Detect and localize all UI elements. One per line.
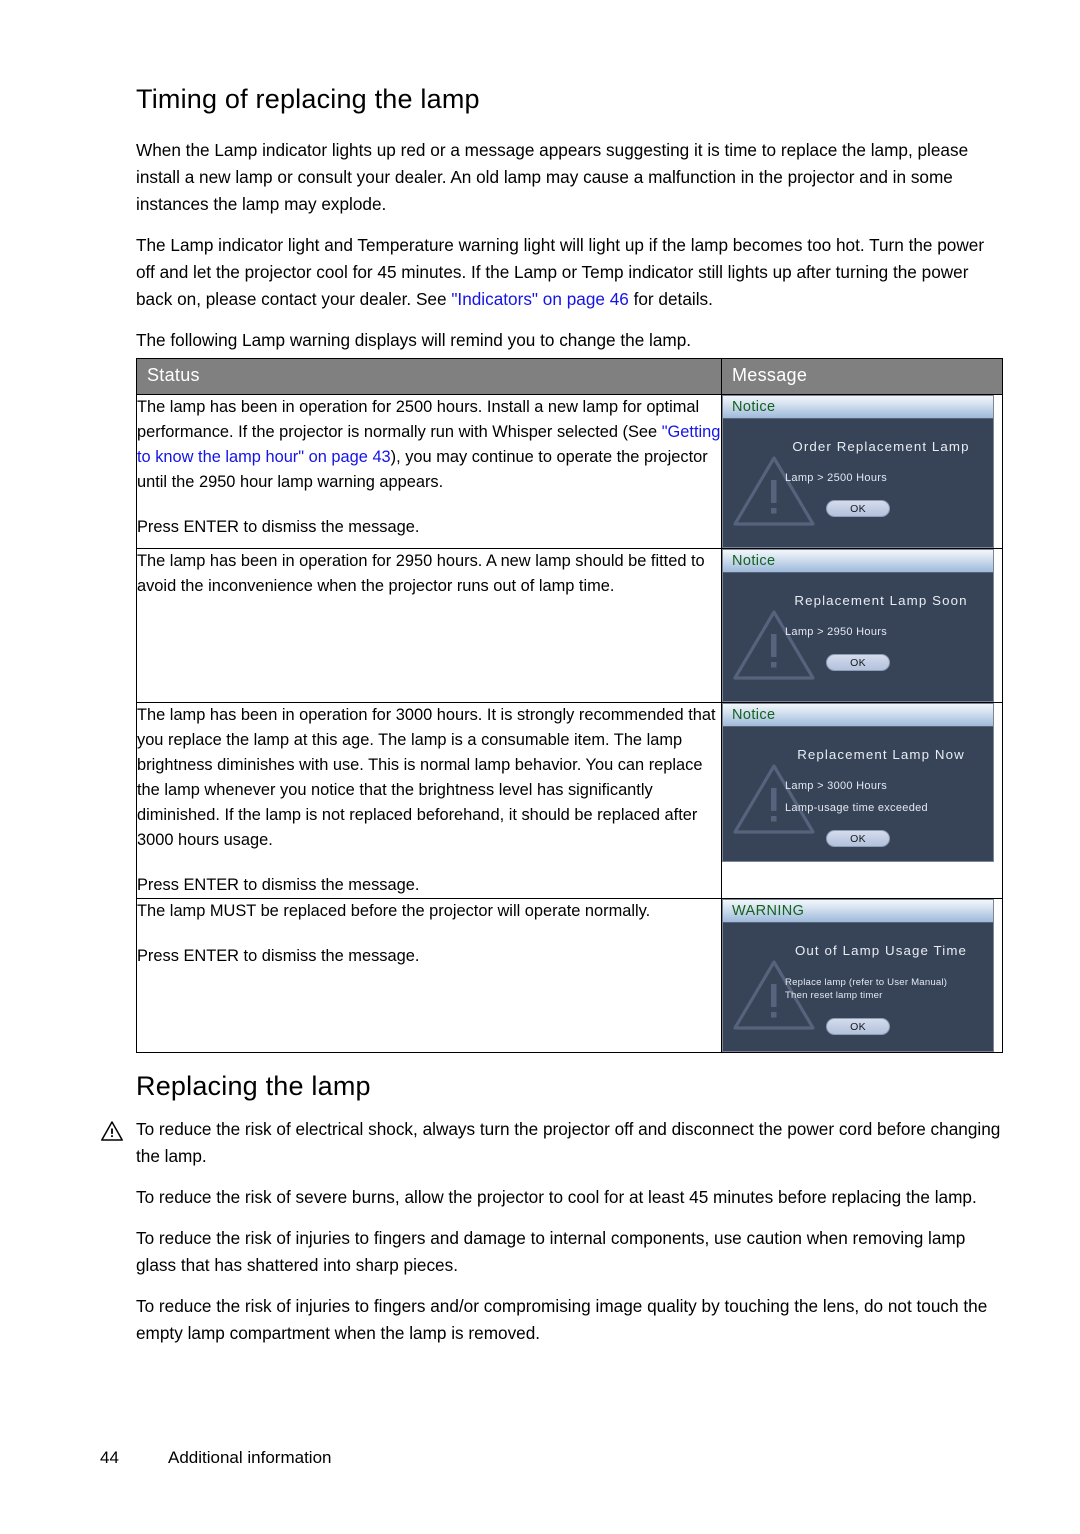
osd-body: Replacement Lamp Soon Lamp > 2950 Hours OK: [723, 573, 993, 701]
status-cell: The lamp has been in operation for 3000 …: [136, 702, 722, 899]
osd-title-text: Notice: [732, 552, 776, 569]
status-paragraph: Press ENTER to dismiss the message.: [137, 518, 420, 536]
column-header-message: Message: [721, 358, 1003, 395]
osd-title-text: WARNING: [732, 902, 805, 919]
footer-page-number: 44: [100, 1448, 119, 1467]
osd-ok-button[interactable]: OK: [826, 500, 890, 517]
osd-message-dialog: Notice Replacement Lamp Now Lamp > 3000 Ho…: [722, 703, 994, 862]
caution-text: To reduce the risk of electrical shock, …: [136, 1119, 1001, 1166]
message-cell: Notice Replacement Lamp Soon Lamp > 2950 H…: [721, 548, 1003, 703]
status-paragraph: The lamp has been in operation for 2500 …: [137, 398, 721, 491]
column-header-status: Status: [136, 358, 722, 395]
osd-heading-text: Replacement Lamp Now: [797, 747, 965, 762]
osd-text-lines: Out of Lamp Usage Time Replace lamp (refe…: [733, 943, 983, 1002]
osd-body: Replacement Lamp Now Lamp > 3000 Hours Lam…: [723, 727, 993, 861]
osd-heading-text: Out of Lamp Usage Time: [794, 943, 967, 958]
osd-text-lines: Replacement Lamp Soon Lamp > 2950 Hours: [733, 593, 983, 638]
osd-title-text: Notice: [732, 706, 776, 723]
replacing-the-lamp-section: Replacing the lamp To reduce the risk of…: [101, 1071, 1002, 1347]
manual-page: Timing of replacing the lamp When the La…: [0, 0, 1080, 1534]
status-paragraph: Press ENTER to dismiss the message.: [137, 947, 420, 965]
osd-ok-button[interactable]: OK: [826, 654, 890, 671]
osd-message-dialog: Notice Replacement Lamp Soon Lamp > 2950 H…: [722, 549, 994, 702]
lamp-warning-table: Status Message The lamp has been in oper…: [136, 358, 1003, 1053]
osd-button-row: OK: [733, 654, 983, 671]
osd-body: Order Replacement Lamp Lamp > 2500 Hours O…: [723, 419, 993, 547]
status-paragraph: The lamp has been in operation for 3000 …: [137, 706, 716, 849]
message-cell: WARNING Out of Lamp Usage Time Replace lam…: [721, 898, 1003, 1053]
osd-body: Out of Lamp Usage Time Replace lamp (refe…: [723, 923, 993, 1051]
caution-triangle-icon: [101, 1121, 123, 1141]
caution-paragraph: To reduce the risk of electrical shock, …: [101, 1116, 1002, 1170]
footer-chapter-name: Additional information: [168, 1448, 332, 1467]
osd-button-row: OK: [733, 830, 983, 847]
page-content: Timing of replacing the lamp When the La…: [101, 84, 1003, 1347]
body-paragraph: The Lamp indicator light and Temperature…: [136, 235, 985, 309]
table-row: The lamp has been in operation for 3000 …: [136, 702, 1003, 899]
osd-detail-text: Lamp > 2500 Hours: [785, 472, 888, 484]
osd-titlebar: WARNING: [723, 900, 993, 923]
caution-text: To reduce the risk of severe burns, allo…: [136, 1187, 977, 1207]
table-row: The lamp has been in operation for 2500 …: [136, 394, 1003, 549]
osd-ok-button[interactable]: OK: [826, 830, 890, 847]
replacing-section-title: Replacing the lamp: [136, 1071, 371, 1101]
osd-message-dialog: Notice Order Replacement Lamp Lamp > 2500 …: [722, 395, 994, 548]
caution-paragraph: To reduce the risk of severe burns, allo…: [136, 1184, 1002, 1211]
osd-titlebar: Notice: [723, 550, 993, 573]
caution-text: To reduce the risk of injuries to finger…: [136, 1228, 966, 1275]
table-body: The lamp has been in operation for 2500 …: [136, 394, 1003, 1053]
osd-titlebar: Notice: [723, 396, 993, 419]
osd-text-lines: Order Replacement Lamp Lamp > 2500 Hours: [733, 439, 983, 484]
caution-text: To reduce the risk of injuries to finger…: [136, 1296, 988, 1343]
status-cell: The lamp has been in operation for 2950 …: [136, 548, 722, 703]
caution-paragraph: To reduce the risk of injuries to finger…: [136, 1225, 1002, 1279]
osd-heading-text: Replacement Lamp Soon: [794, 593, 968, 608]
osd-heading-text: Order Replacement Lamp: [792, 439, 970, 454]
table-header-row: Status Message: [136, 358, 1003, 395]
osd-title-text: Notice: [732, 398, 776, 415]
body-paragraph: The following Lamp warning displays will…: [136, 330, 692, 350]
message-cell: Notice Order Replacement Lamp Lamp > 2500 …: [721, 394, 1003, 549]
osd-detail-block: Replace lamp (refer to User Manual) Then …: [785, 977, 948, 1001]
intro-paragraphs: When the Lamp indicator lights up red or…: [136, 137, 1002, 354]
osd-titlebar: Notice: [723, 704, 993, 727]
status-paragraph: Press ENTER to dismiss the message.: [137, 876, 420, 894]
table-header: Status Message: [136, 358, 1003, 395]
osd-detail-text: Lamp > 3000 Hours: [785, 780, 888, 792]
message-cell: Notice Replacement Lamp Now Lamp > 3000 Ho…: [721, 702, 1003, 899]
osd-text-lines: Replacement Lamp Now Lamp > 3000 Hours Lam…: [733, 747, 983, 814]
status-paragraph: The lamp has been in operation for 2950 …: [137, 552, 705, 595]
caution-paragraph: To reduce the risk of injuries to finger…: [136, 1293, 1002, 1347]
table-row: The lamp has been in operation for 2950 …: [136, 548, 1003, 703]
body-paragraph: When the Lamp indicator lights up red or…: [136, 140, 969, 214]
caution-paragraph-list: To reduce the risk of electrical shock, …: [101, 1116, 1002, 1347]
osd-detail-text: Lamp-usage time exceeded: [785, 802, 928, 814]
status-paragraph: The lamp MUST be replaced before the pro…: [137, 902, 651, 920]
osd-detail-text: Lamp > 2950 Hours: [785, 626, 888, 638]
page-title: Timing of replacing the lamp: [136, 84, 480, 114]
page-footer: 44 Additional information: [100, 1448, 1000, 1468]
osd-message-dialog: WARNING Out of Lamp Usage Time Replace lam…: [722, 899, 994, 1052]
cross-reference-link[interactable]: "Indicators" on page 46: [451, 289, 629, 309]
status-cell: The lamp has been in operation for 2500 …: [136, 394, 722, 549]
osd-button-row: OK: [733, 1018, 983, 1035]
status-cell: The lamp MUST be replaced before the pro…: [136, 898, 722, 1053]
table-row: The lamp MUST be replaced before the pro…: [136, 898, 1003, 1053]
osd-button-row: OK: [733, 500, 983, 517]
osd-ok-button[interactable]: OK: [826, 1018, 890, 1035]
caution-icon-slot: [100, 1116, 124, 1147]
cross-reference-link[interactable]: "Getting to know the lamp hour" on page …: [137, 423, 720, 466]
